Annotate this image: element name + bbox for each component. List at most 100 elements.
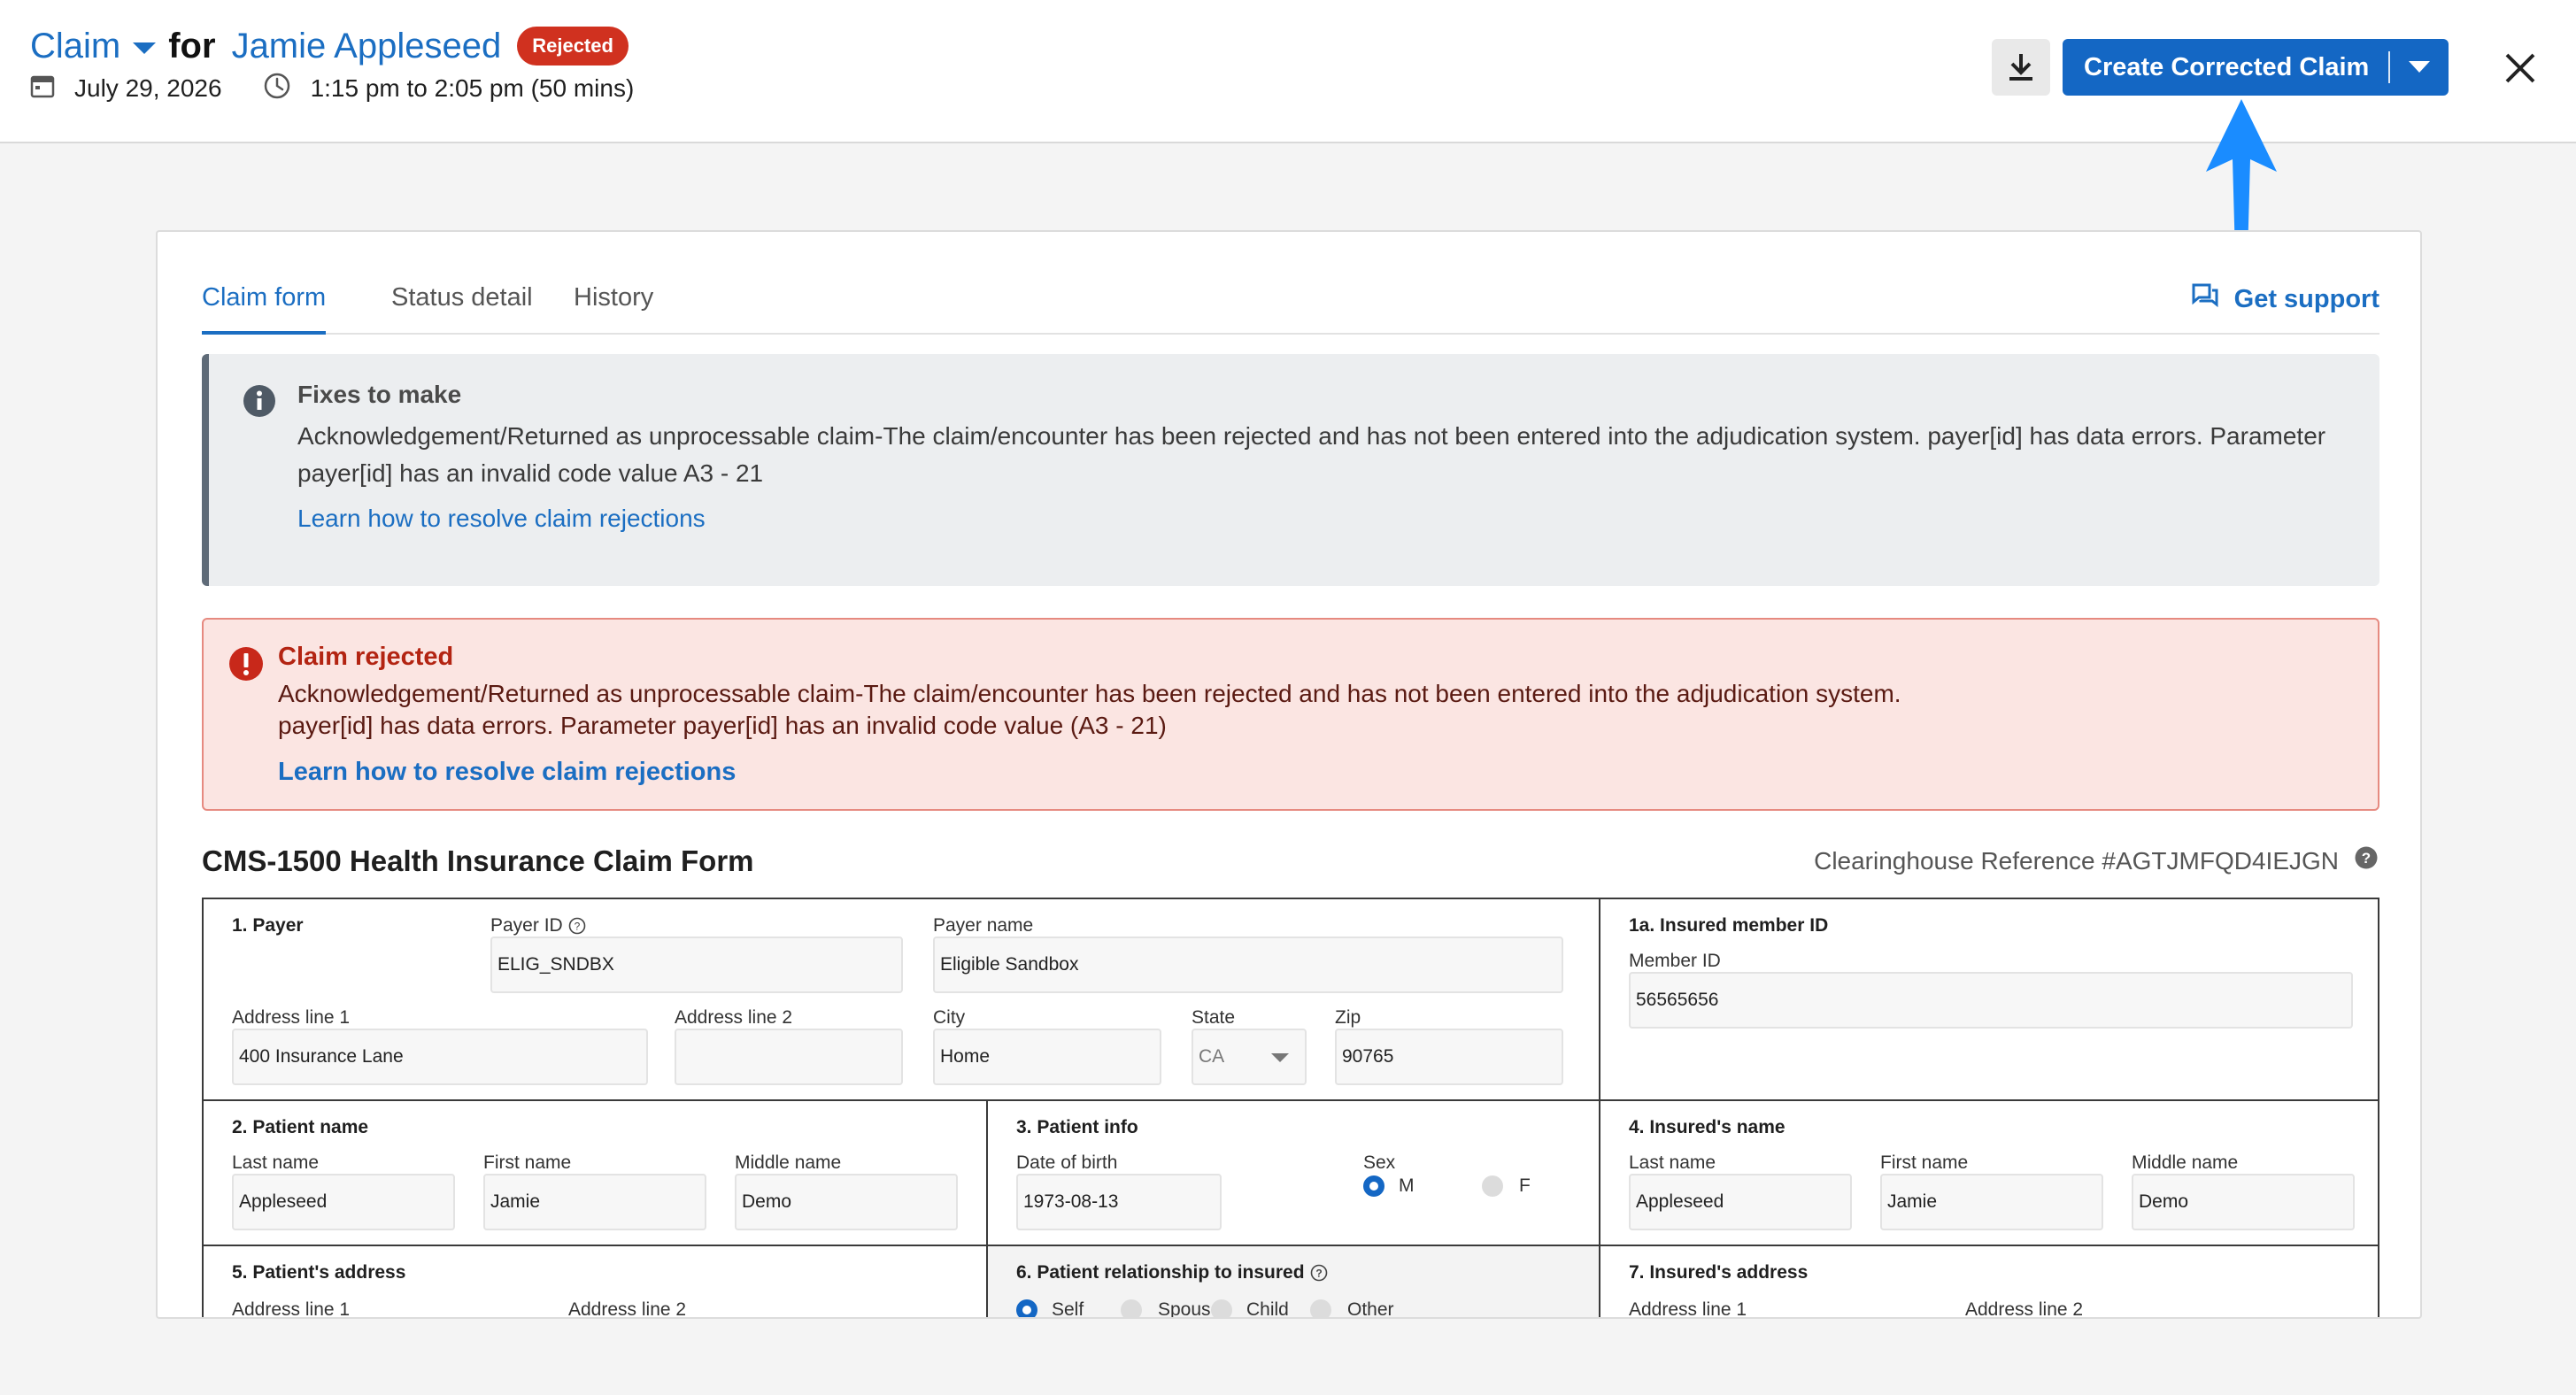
- fixes-body: Acknowledgement/Returned as unprocessabl…: [297, 422, 2326, 487]
- patient-address1-label: Address line 1: [232, 1299, 351, 1319]
- get-support-link[interactable]: Get support: [2192, 283, 2379, 315]
- payer-id-input[interactable]: ELIG_SNDBX: [490, 936, 903, 993]
- download-button[interactable]: [1992, 39, 2050, 96]
- relationship-self-label: Self: [1052, 1299, 1084, 1319]
- insured-first-name-label: First name: [1880, 1152, 1969, 1173]
- calendar-icon: [30, 73, 55, 104]
- clock-icon: [263, 72, 291, 106]
- patient-last-name-input[interactable]: Appleseed: [232, 1174, 455, 1230]
- insured-address2-label: Address line 2: [1965, 1299, 2084, 1319]
- patient-info-section: 3. Patient info Date of birth 1973-08-13…: [988, 1101, 1600, 1246]
- rejection-body-line-1: Acknowledgement/Returned as unprocessabl…: [278, 680, 1901, 707]
- rejection-body-line-2: payer[id] has data errors. Parameter pay…: [278, 712, 1167, 739]
- insured-member-id-title: 1a. Insured member ID: [1629, 915, 1829, 936]
- patient-last-name-label: Last name: [232, 1152, 320, 1173]
- tab-status-detail[interactable]: Status detail: [391, 274, 533, 335]
- svg-text:?: ?: [574, 921, 580, 933]
- payer-state-select[interactable]: CA: [1192, 1029, 1307, 1085]
- claim-type-dropdown[interactable]: Claim: [30, 27, 120, 66]
- rejection-body: Acknowledgement/Returned as unprocessabl…: [278, 678, 1901, 742]
- payer-address1-label: Address line 1: [232, 1007, 351, 1028]
- close-button[interactable]: [2498, 46, 2542, 90]
- dob-label: Date of birth: [1016, 1152, 1118, 1173]
- insured-address-title: 7. Insured's address: [1629, 1262, 1809, 1283]
- help-icon[interactable]: ?: [1310, 1264, 1328, 1282]
- sex-label: Sex: [1363, 1152, 1396, 1173]
- sex-f-radio[interactable]: [1482, 1175, 1503, 1197]
- payer-address1-input[interactable]: 400 Insurance Lane: [232, 1029, 648, 1085]
- appointment-date: July 29, 2026: [74, 74, 222, 102]
- relationship-title-text: 6. Patient relationship to insured: [1016, 1262, 1305, 1283]
- patient-name-section: 2. Patient name Last name Appleseed Firs…: [204, 1101, 988, 1246]
- fixes-help-link[interactable]: Learn how to resolve claim rejections: [297, 505, 706, 533]
- member-id-input[interactable]: 56565656: [1629, 972, 2353, 1029]
- relationship-other-label: Other: [1347, 1299, 1394, 1319]
- appointment-time: 1:15 pm to 2:05 pm (50 mins): [310, 74, 635, 102]
- form-title: CMS-1500 Health Insurance Claim Form: [202, 844, 754, 877]
- payer-city-input[interactable]: Home: [933, 1029, 1161, 1085]
- chevron-down-icon: [2409, 61, 2430, 73]
- insured-last-name-input[interactable]: Appleseed: [1629, 1174, 1852, 1230]
- create-claim-options-toggle[interactable]: [2390, 61, 2449, 73]
- payer-id-label-text: Payer ID: [490, 915, 563, 936]
- help-icon[interactable]: ?: [2355, 846, 2378, 875]
- info-icon: [243, 384, 276, 422]
- patient-address2-label: Address line 2: [568, 1299, 687, 1319]
- payer-zip-label: Zip: [1335, 1007, 1361, 1028]
- payer-city-label: City: [933, 1007, 966, 1028]
- patient-address-section: 5. Patient's address Address line 1 Addr…: [204, 1246, 988, 1319]
- payer-name-input[interactable]: Eligible Sandbox: [933, 936, 1563, 993]
- payer-state-label: State: [1192, 1007, 1236, 1028]
- relationship-title: 6. Patient relationship to insured?: [1016, 1262, 1328, 1283]
- title-for-label: for: [168, 26, 216, 66]
- patient-address-title: 5. Patient's address: [232, 1262, 406, 1283]
- page-header: Claim for Jamie Appleseed Rejected July …: [0, 0, 2576, 143]
- patient-name-link[interactable]: Jamie Appleseed: [232, 27, 502, 66]
- clearinghouse-reference: Clearinghouse Reference #AGTJMFQD4IEJGN …: [1814, 846, 2378, 875]
- chevron-down-icon[interactable]: [133, 42, 157, 54]
- insured-name-title: 4. Insured's name: [1629, 1117, 1785, 1137]
- insured-last-name-label: Last name: [1629, 1152, 1716, 1173]
- patient-middle-name-input[interactable]: Demo: [735, 1174, 958, 1230]
- svg-text:?: ?: [1315, 1268, 1322, 1280]
- relationship-other-radio[interactable]: [1310, 1299, 1331, 1317]
- payer-zip-input[interactable]: 90765: [1335, 1029, 1563, 1085]
- patient-first-name-label: First name: [483, 1152, 572, 1173]
- payer-name-label: Payer name: [933, 915, 1034, 936]
- sex-f-label: F: [1519, 1175, 1531, 1196]
- insured-middle-name-input[interactable]: Demo: [2132, 1174, 2355, 1230]
- tab-claim-form[interactable]: Claim form: [202, 274, 327, 335]
- rejection-help-link[interactable]: Learn how to resolve claim rejections: [278, 758, 736, 787]
- patient-relationship-section: 6. Patient relationship to insured? Self…: [988, 1246, 1600, 1319]
- relationship-child-radio[interactable]: [1211, 1299, 1232, 1317]
- fixes-title: Fixes to make: [297, 381, 462, 408]
- chevron-down-icon: [1271, 1053, 1289, 1062]
- payer-address2-input[interactable]: [675, 1029, 903, 1085]
- get-support-label: Get support: [2233, 284, 2379, 313]
- relationship-child-label: Child: [1246, 1299, 1289, 1319]
- relationship-spouse-radio[interactable]: [1121, 1299, 1142, 1317]
- patient-first-name-input[interactable]: Jamie: [483, 1174, 706, 1230]
- sex-m-label: M: [1399, 1175, 1415, 1196]
- appointment-meta: July 29, 2026 1:15 pm to 2:05 pm (50 min…: [30, 71, 634, 106]
- payer-section: 1. Payer Payer ID? ELIG_SNDBX Payer name…: [204, 899, 1600, 1101]
- rejection-title: Claim rejected: [278, 643, 454, 671]
- dob-input[interactable]: 1973-08-13: [1016, 1174, 1222, 1230]
- insured-first-name-input[interactable]: Jamie: [1880, 1174, 2103, 1230]
- insured-name-section: 4. Insured's name Last name Appleseed Fi…: [1600, 1101, 2379, 1246]
- close-icon: [2505, 53, 2535, 83]
- payer-address2-label: Address line 2: [675, 1007, 793, 1028]
- relationship-self-radio[interactable]: [1016, 1299, 1037, 1317]
- create-corrected-claim-button[interactable]: Create Corrected Claim: [2063, 39, 2449, 96]
- insured-member-id-section: 1a. Insured member ID Member ID 56565656: [1600, 899, 2379, 1101]
- insured-address1-label: Address line 1: [1629, 1299, 1747, 1319]
- payer-section-title: 1. Payer: [232, 915, 304, 936]
- claim-panel: Claim form Status detail History Get sup…: [156, 230, 2422, 1319]
- patient-middle-name-label: Middle name: [735, 1152, 842, 1173]
- payer-state-value: CA: [1199, 1046, 1225, 1067]
- status-badge: Rejected: [517, 27, 629, 66]
- sex-m-radio[interactable]: [1363, 1175, 1384, 1197]
- reference-text: Clearinghouse Reference #AGTJMFQD4IEJGN: [1814, 846, 2339, 875]
- tab-history[interactable]: History: [574, 274, 653, 335]
- help-icon[interactable]: ?: [568, 917, 586, 935]
